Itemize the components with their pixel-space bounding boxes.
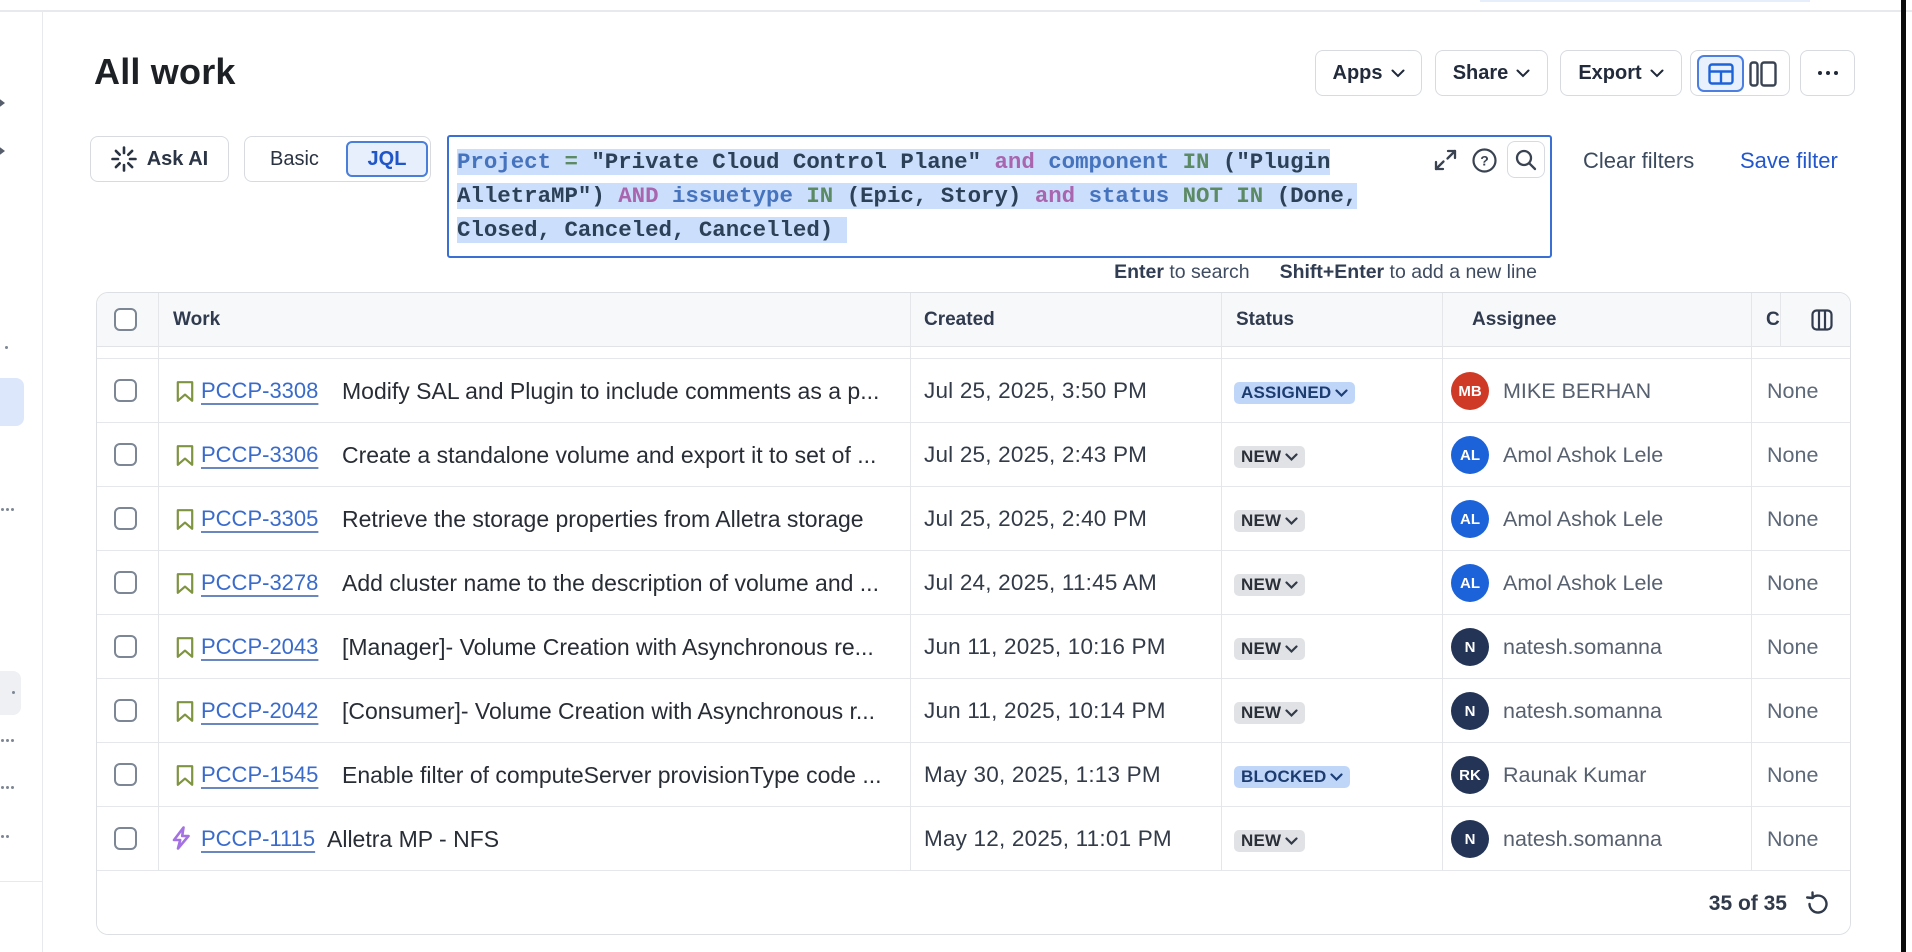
svg-text:?: ? <box>1480 153 1489 169</box>
